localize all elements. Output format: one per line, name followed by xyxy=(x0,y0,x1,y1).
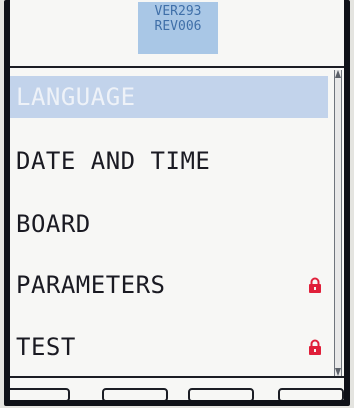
padlock-icon xyxy=(309,339,321,355)
menu-item-label: PARAMETERS xyxy=(16,271,166,299)
padlock-icon xyxy=(309,277,321,293)
menu-item-board[interactable]: BOARD xyxy=(10,203,328,245)
softkey-3[interactable] xyxy=(188,388,254,400)
menu-item-label: TEST xyxy=(16,333,76,361)
scroll-down-icon[interactable] xyxy=(335,368,341,376)
menu-item-parameters[interactable]: PARAMETERS xyxy=(10,264,328,306)
scroll-up-icon[interactable] xyxy=(335,70,341,78)
revision-text: REV006 xyxy=(154,19,202,34)
softkey-1[interactable] xyxy=(10,388,70,400)
menu-item-language[interactable]: LANGUAGE xyxy=(10,76,328,118)
version-box: VER293 REV006 xyxy=(138,2,218,54)
softkey-bar xyxy=(10,382,344,400)
display-screen: VER293 REV006 LANGUAGE DATE AND TIME BOA… xyxy=(10,0,344,400)
footer-divider xyxy=(10,376,344,378)
menu-item-date-and-time[interactable]: DATE AND TIME xyxy=(10,140,328,182)
menu-item-label: LANGUAGE xyxy=(16,83,136,111)
menu-item-label: BOARD xyxy=(16,210,91,238)
menu-item-test[interactable]: TEST xyxy=(10,326,328,368)
menu-item-label: DATE AND TIME xyxy=(16,147,211,175)
settings-menu: LANGUAGE DATE AND TIME BOARD PARAMETERS … xyxy=(10,70,328,376)
menu-scrollbar[interactable] xyxy=(334,70,342,376)
softkey-4[interactable] xyxy=(278,388,344,400)
header-divider xyxy=(10,66,344,68)
softkey-2[interactable] xyxy=(102,388,168,400)
version-text: VER293 xyxy=(154,4,202,19)
